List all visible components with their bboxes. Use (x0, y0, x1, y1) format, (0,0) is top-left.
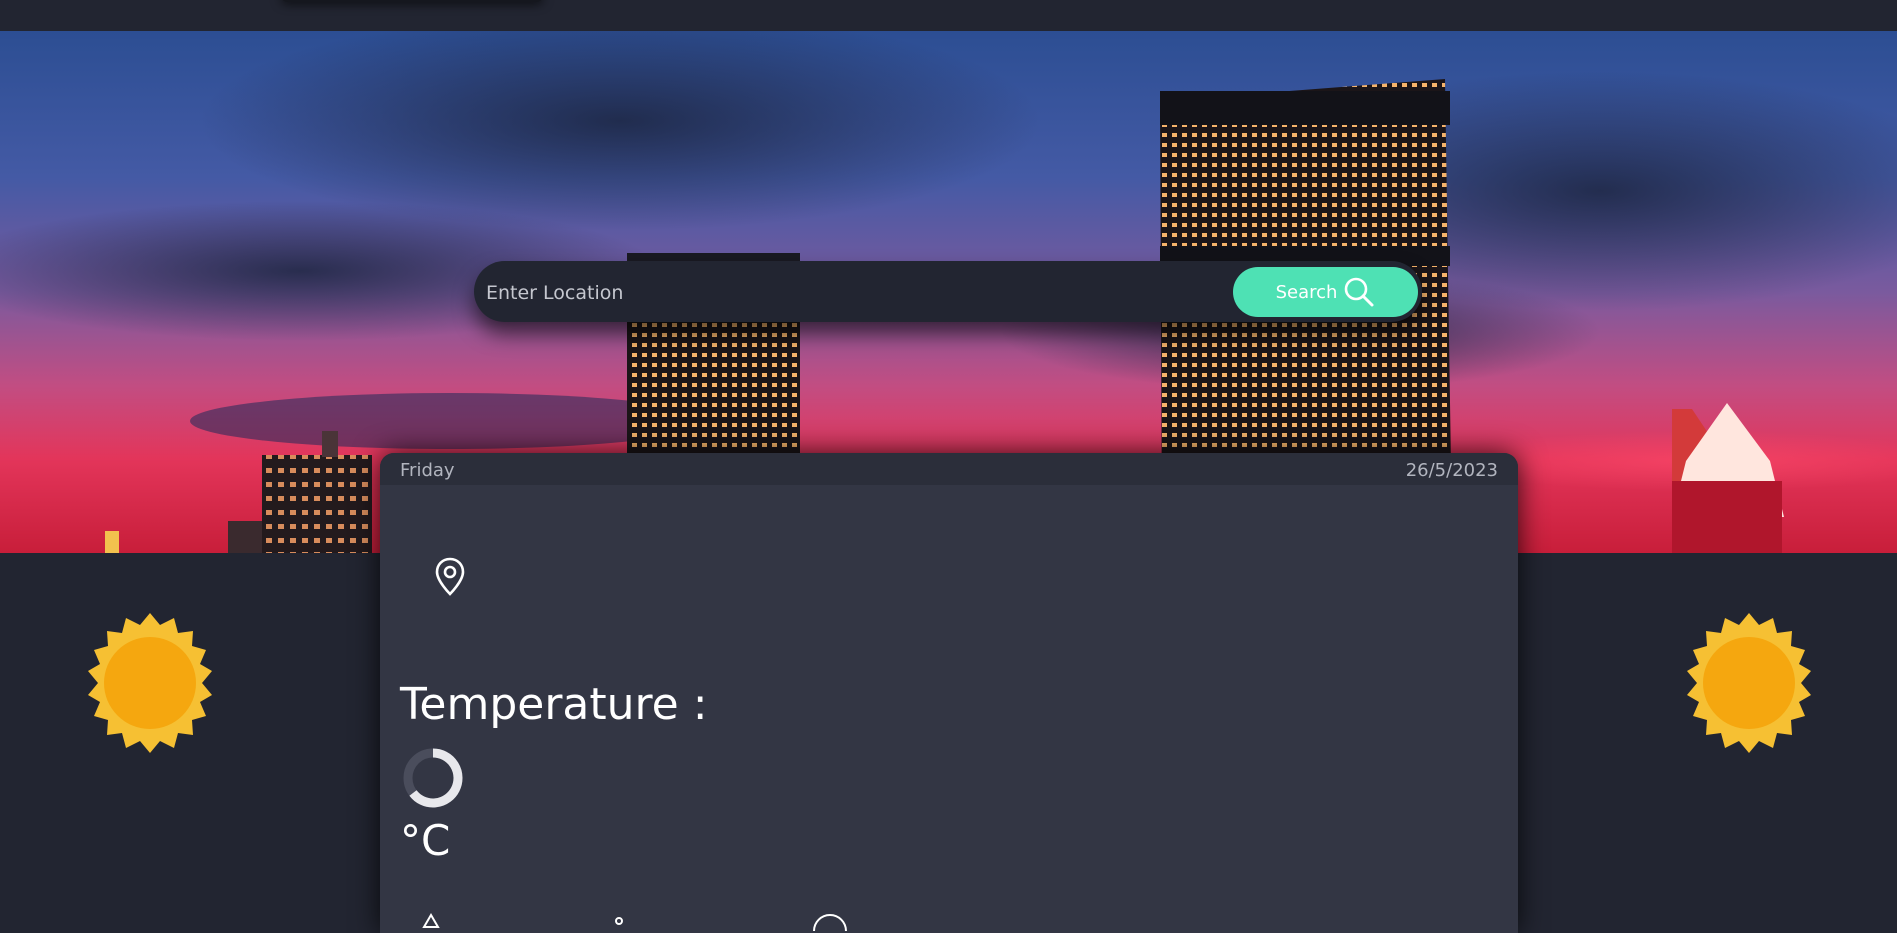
wind-icon (615, 917, 623, 925)
spinner-icon (403, 748, 463, 808)
day-label: Friday (400, 460, 455, 481)
sun-icon (88, 613, 212, 753)
date-label: 26/5/2023 (1405, 460, 1498, 481)
search-button-label: Search (1275, 281, 1338, 303)
weather-card: Friday 26/5/2023 Temperature : °C (380, 453, 1518, 933)
temperature-label: Temperature : (400, 679, 708, 730)
sun-icon (1687, 613, 1811, 753)
top-tab-edge (280, 0, 544, 2)
top-bar (0, 0, 1897, 31)
weather-card-header: Friday 26/5/2023 (380, 453, 1518, 485)
map-pin-icon (435, 557, 465, 596)
search-bar: Search (474, 261, 1422, 322)
magnifier-icon (1345, 277, 1374, 307)
temperature-unit: °C (400, 816, 451, 865)
search-button[interactable]: Search (1233, 267, 1418, 317)
location-input[interactable] (484, 273, 1188, 313)
drop-icon (422, 913, 440, 928)
pressure-icon (813, 914, 847, 932)
